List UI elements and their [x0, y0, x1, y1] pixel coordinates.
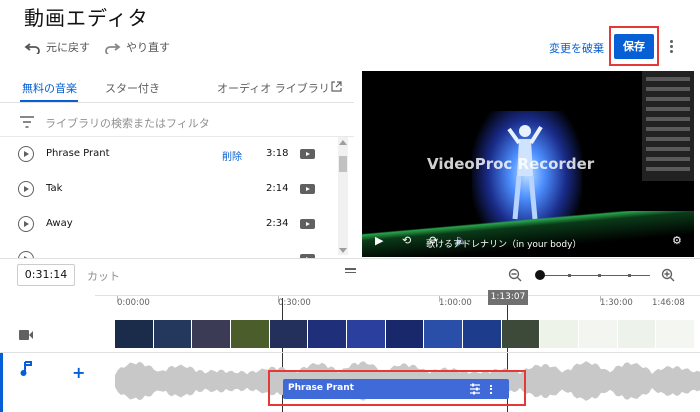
- video-thumbnail: [424, 320, 464, 348]
- ruler-label: 1:30:00: [600, 298, 633, 308]
- video-thumbnail: [308, 320, 348, 348]
- ruler[interactable]: [95, 295, 700, 296]
- tab-free-music[interactable]: 無料の音楽: [22, 80, 77, 96]
- music-note-icon: [20, 361, 32, 376]
- discard-changes-button[interactable]: 変更を破棄: [549, 40, 604, 56]
- watermark: VideoProc Recorder: [427, 155, 595, 173]
- list-item[interactable]: [0, 242, 336, 258]
- list-item[interactable]: Away 2:34: [0, 207, 336, 242]
- stage-floor: [362, 211, 694, 257]
- track-name: Phrase Prant: [46, 148, 110, 159]
- video-thumbnail: [347, 320, 386, 348]
- adjust-icon[interactable]: [469, 383, 481, 395]
- timeline-divider: [0, 258, 700, 259]
- track-duration: 2:14: [266, 183, 289, 194]
- video-thumbnail: [231, 320, 270, 348]
- settings-icon[interactable]: ⚙: [672, 234, 682, 247]
- track-name: Tak: [46, 183, 63, 194]
- play-icon[interactable]: ▶: [375, 234, 383, 247]
- tab-starred[interactable]: スター付き: [105, 80, 160, 96]
- redo-button[interactable]: やり直す: [104, 39, 170, 55]
- external-link-icon[interactable]: [331, 81, 342, 92]
- redo-label: やり直す: [126, 41, 170, 54]
- list-scrollbar[interactable]: [338, 137, 348, 255]
- track-duration: 2:34: [266, 218, 289, 229]
- clip-more-icon[interactable]: [489, 383, 493, 395]
- zoom-slider-knob[interactable]: [535, 270, 545, 280]
- zoom-out-icon[interactable]: [508, 268, 522, 282]
- video-filmstrip[interactable]: [115, 320, 696, 348]
- video-preview[interactable]: VideoProc Recorder ▶ ⟲ ⟳ 🔈 歌けるアドレナリン（in …: [362, 71, 694, 257]
- rewind-icon[interactable]: ⟲: [402, 234, 411, 247]
- filter-input[interactable]: ライブラリの検索またはフィルタ: [45, 115, 210, 131]
- video-camera-icon: [19, 330, 33, 340]
- video-thumbnail: [192, 320, 232, 348]
- undo-button[interactable]: 元に戻す: [24, 39, 90, 55]
- track-divider: [0, 352, 700, 353]
- undo-icon: [24, 42, 40, 54]
- current-time-field[interactable]: 0:31:14: [17, 264, 75, 286]
- scroll-thumb[interactable]: [339, 156, 347, 172]
- tabs-divider: [0, 102, 354, 103]
- audio-clip[interactable]: Phrase Prant: [283, 379, 509, 399]
- video-thumbnail: [269, 320, 309, 348]
- play-icon[interactable]: [18, 181, 34, 197]
- video-thumbnail: [501, 320, 541, 348]
- playhead-time[interactable]: 1:13:07: [488, 290, 528, 305]
- save-button[interactable]: 保存: [614, 34, 654, 59]
- zoom-slider[interactable]: [538, 275, 650, 276]
- add-audio-icon[interactable]: +: [72, 363, 85, 382]
- play-icon[interactable]: [18, 216, 34, 232]
- zoom-tick: [598, 274, 601, 277]
- youtube-icon[interactable]: [300, 219, 315, 229]
- tab-audio-library[interactable]: オーディオ ライブラリ: [217, 80, 330, 96]
- filter-icon[interactable]: [20, 116, 34, 128]
- zoom-tick: [568, 274, 571, 277]
- audio-clip-name: Phrase Prant: [288, 383, 354, 393]
- zoom-tick: [628, 274, 631, 277]
- video-thumbnail: [540, 320, 580, 348]
- video-thumbnail: [385, 320, 425, 348]
- video-thumbnail: [463, 320, 502, 348]
- track-duration: 3:18: [266, 148, 289, 159]
- scroll-down-icon[interactable]: [339, 248, 347, 253]
- scroll-up-icon[interactable]: [339, 140, 347, 145]
- video-thumbnail: [115, 320, 154, 348]
- video-subtitle: 歌けるアドレナリン（in your body）: [426, 240, 582, 250]
- remove-track-button[interactable]: 削除: [222, 148, 242, 163]
- zoom-in-icon[interactable]: [661, 268, 675, 282]
- ruler-label: 1:00:00: [439, 298, 472, 308]
- play-icon[interactable]: [18, 251, 34, 258]
- track-name: Away: [46, 218, 73, 229]
- cut-button[interactable]: カット: [87, 268, 120, 284]
- redo-icon: [105, 42, 121, 54]
- drag-handle-icon[interactable]: [345, 266, 356, 275]
- list-item[interactable]: Tak 2:14: [0, 172, 336, 207]
- list-item[interactable]: Phrase Prant 削除 3:18: [0, 137, 336, 172]
- side-panel: [642, 71, 694, 181]
- play-icon[interactable]: [18, 146, 34, 162]
- audio-row-indicator: [0, 353, 3, 412]
- video-thumbnail: [579, 320, 618, 348]
- undo-label: 元に戻す: [46, 41, 90, 54]
- video-thumbnail: [153, 320, 193, 348]
- app-title: 動画エディタ: [24, 6, 149, 30]
- video-thumbnail: [617, 320, 657, 348]
- ruler-label: 1:46:08: [652, 298, 685, 308]
- youtube-icon[interactable]: [300, 149, 315, 159]
- youtube-icon[interactable]: [300, 184, 315, 194]
- more-options-icon[interactable]: [665, 38, 677, 56]
- video-thumbnail: [656, 320, 696, 348]
- ruler-label: 0:00:00: [117, 298, 150, 308]
